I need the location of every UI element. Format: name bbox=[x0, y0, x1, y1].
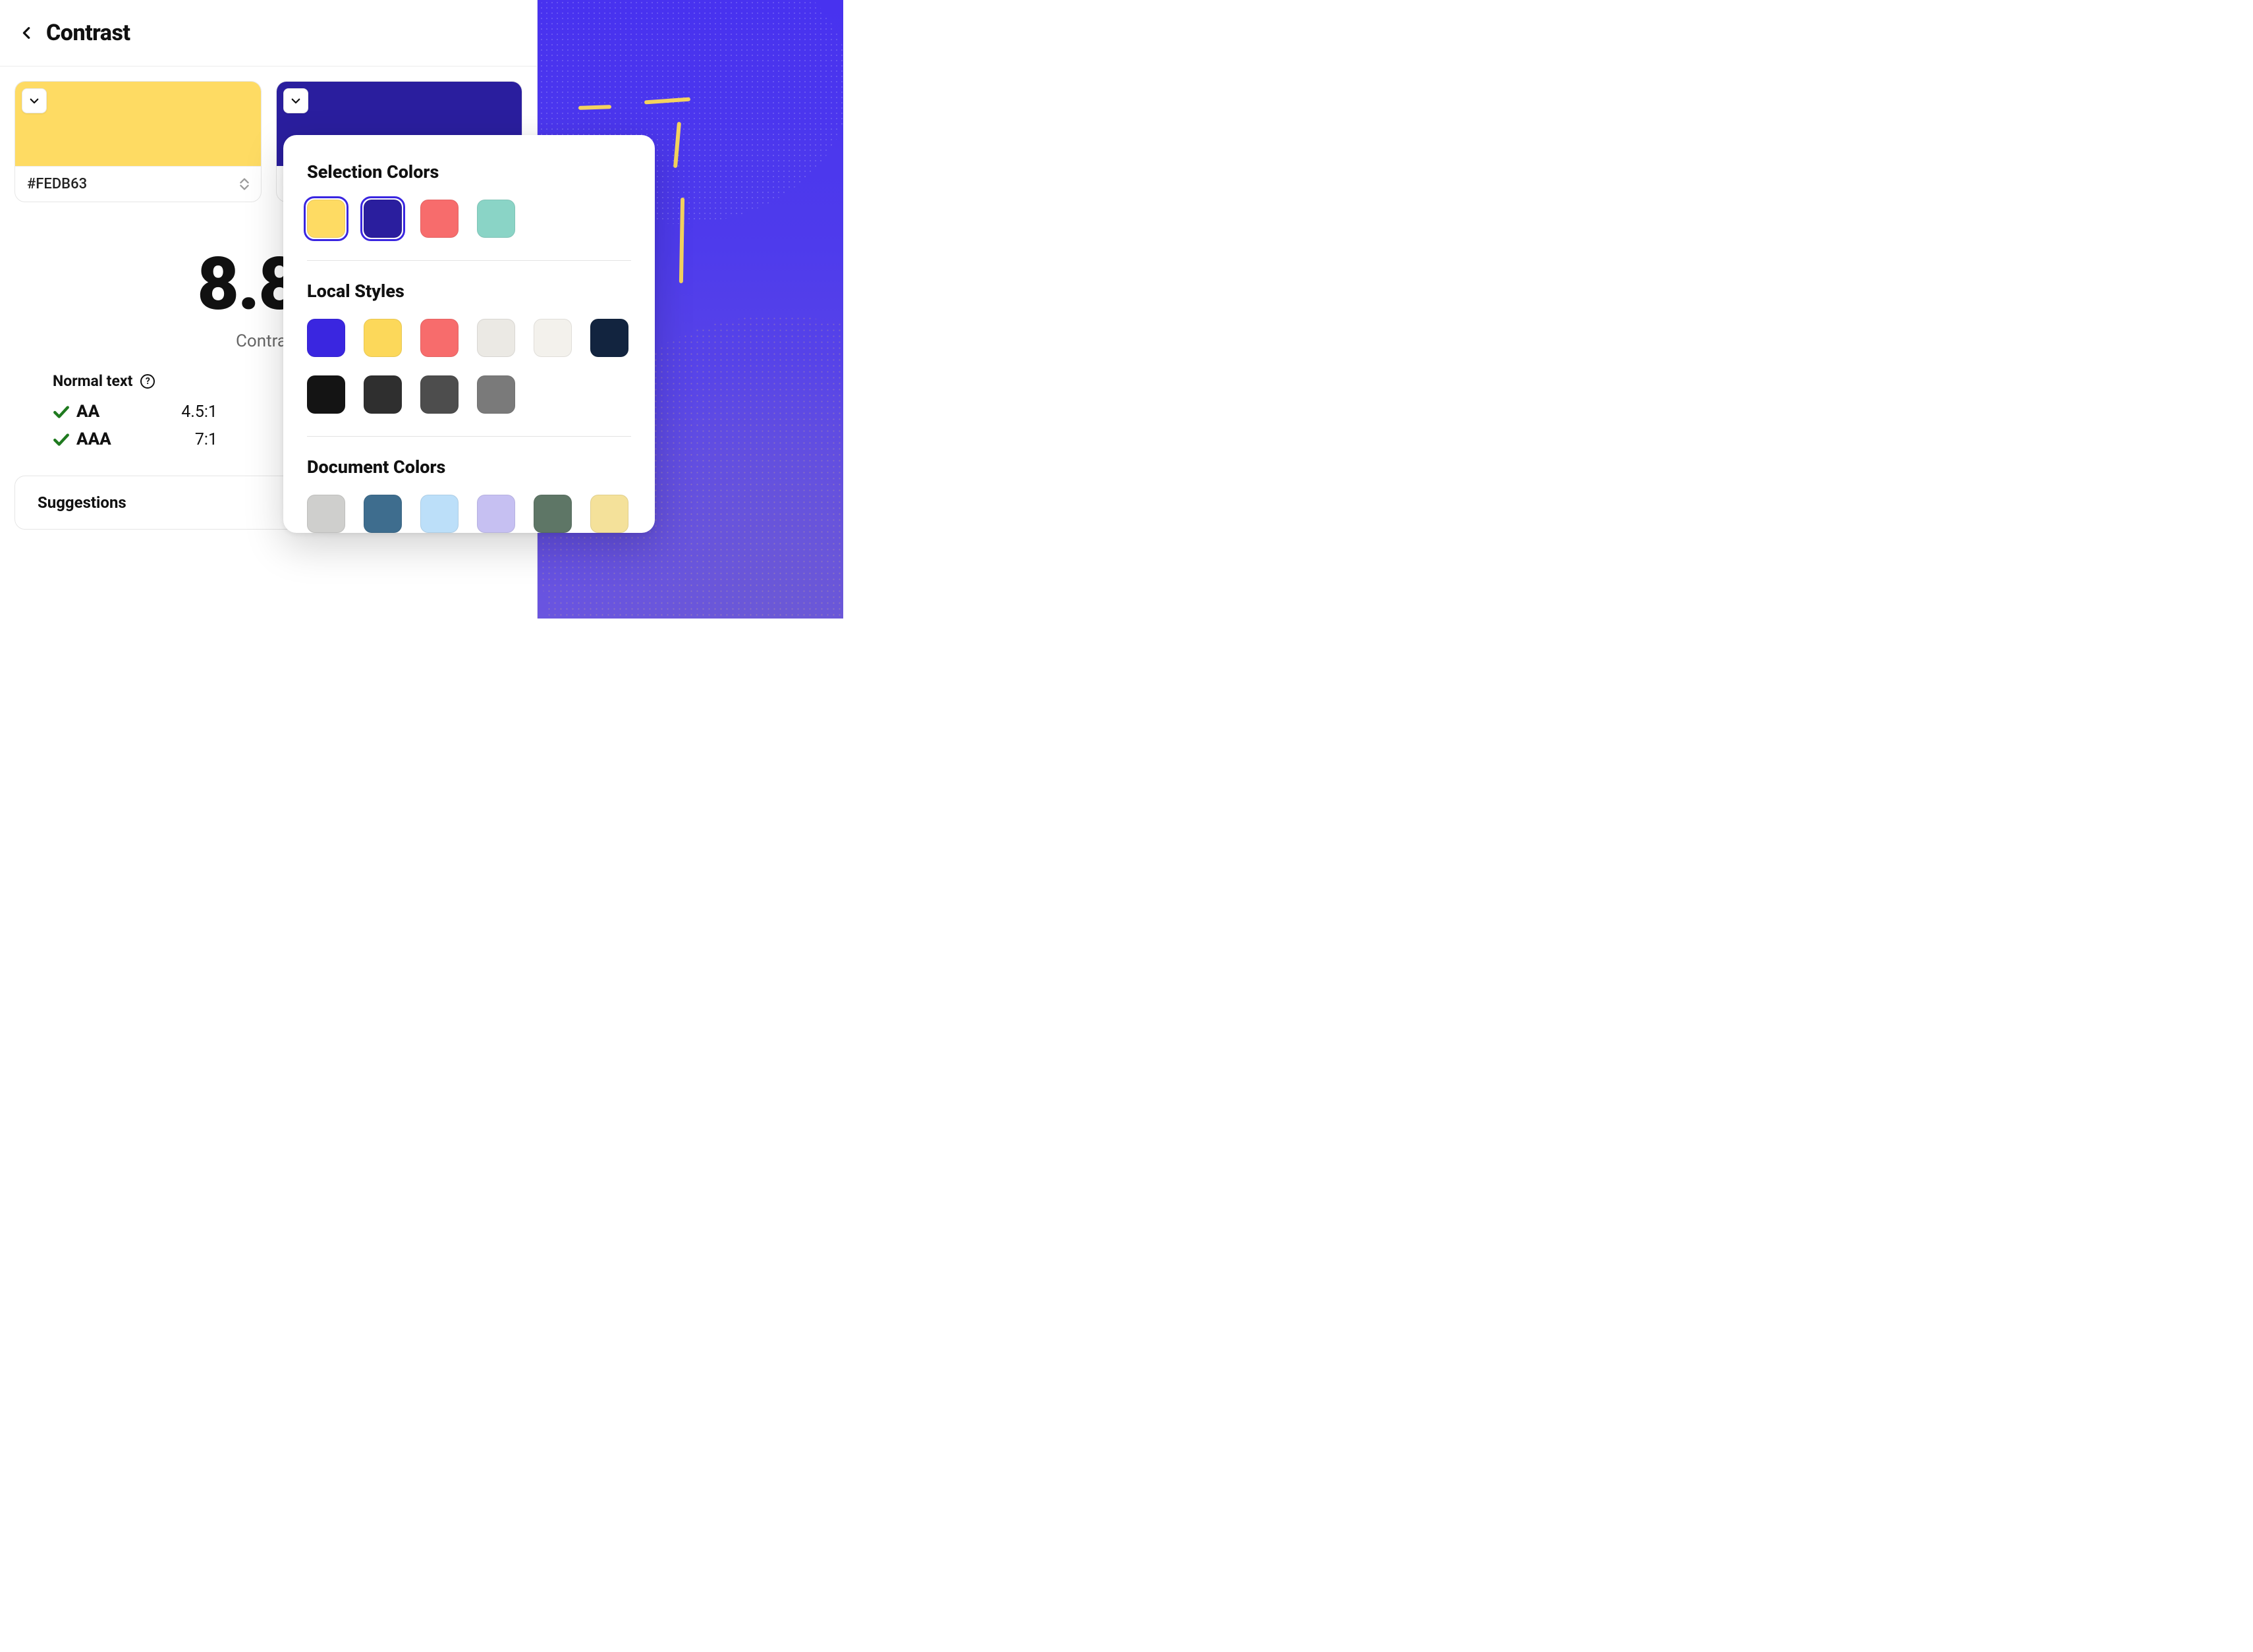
color-swatch[interactable] bbox=[477, 319, 515, 357]
color-swatch[interactable] bbox=[590, 495, 628, 533]
foreground-hex-value: #FEDB63 bbox=[27, 176, 87, 192]
popover-section-title: Document Colors bbox=[307, 456, 631, 478]
foreground-hex-field[interactable]: #FEDB63 bbox=[15, 166, 261, 202]
color-swatch[interactable] bbox=[477, 200, 515, 238]
level-ratio: 4.5:1 bbox=[181, 402, 217, 422]
level-name: AA bbox=[76, 402, 99, 422]
check-icon bbox=[53, 403, 70, 420]
page-title: Contrast bbox=[46, 20, 130, 46]
color-swatch[interactable] bbox=[364, 375, 402, 414]
color-swatch[interactable] bbox=[534, 319, 572, 357]
color-swatch[interactable] bbox=[420, 495, 459, 533]
level-name: AAA bbox=[76, 429, 111, 449]
color-swatch[interactable] bbox=[364, 200, 402, 238]
swatch-grid bbox=[307, 200, 631, 238]
stepper-icon[interactable] bbox=[240, 178, 249, 190]
foreground-dropdown-button[interactable] bbox=[22, 88, 47, 113]
panel-header: Contrast bbox=[0, 0, 537, 67]
color-swatch[interactable] bbox=[307, 200, 345, 238]
color-swatch[interactable] bbox=[307, 495, 345, 533]
level-row: AAA 7:1 bbox=[53, 429, 217, 449]
color-swatch[interactable] bbox=[477, 495, 515, 533]
foreground-color-card: #FEDB63 bbox=[14, 81, 262, 202]
level-ratio: 7:1 bbox=[195, 430, 217, 449]
color-swatch[interactable] bbox=[420, 200, 459, 238]
color-swatch[interactable] bbox=[590, 319, 628, 357]
decorative-stroke bbox=[679, 198, 684, 283]
color-swatch[interactable] bbox=[307, 319, 345, 357]
swatch-grid bbox=[307, 319, 631, 414]
background-dropdown-button[interactable] bbox=[283, 88, 308, 113]
help-icon[interactable]: ? bbox=[140, 374, 155, 389]
divider bbox=[307, 260, 631, 261]
color-swatch[interactable] bbox=[534, 495, 572, 533]
normal-text-title: Normal text bbox=[53, 372, 132, 390]
foreground-swatch[interactable] bbox=[15, 82, 261, 166]
back-icon[interactable] bbox=[20, 26, 34, 40]
check-icon bbox=[53, 431, 70, 448]
color-swatch[interactable] bbox=[420, 319, 459, 357]
popover-section-title: Selection Colors bbox=[307, 161, 631, 182]
color-swatch[interactable] bbox=[307, 375, 345, 414]
color-swatch[interactable] bbox=[364, 495, 402, 533]
color-swatch[interactable] bbox=[364, 319, 402, 357]
color-picker-popover: Selection Colors Local Styles Document Col… bbox=[283, 135, 655, 533]
swatch-grid bbox=[307, 495, 631, 533]
color-swatch[interactable] bbox=[477, 375, 515, 414]
divider bbox=[307, 436, 631, 437]
popover-section-title: Local Styles bbox=[307, 281, 631, 302]
level-row: AA 4.5:1 bbox=[53, 402, 217, 422]
color-swatch[interactable] bbox=[420, 375, 459, 414]
